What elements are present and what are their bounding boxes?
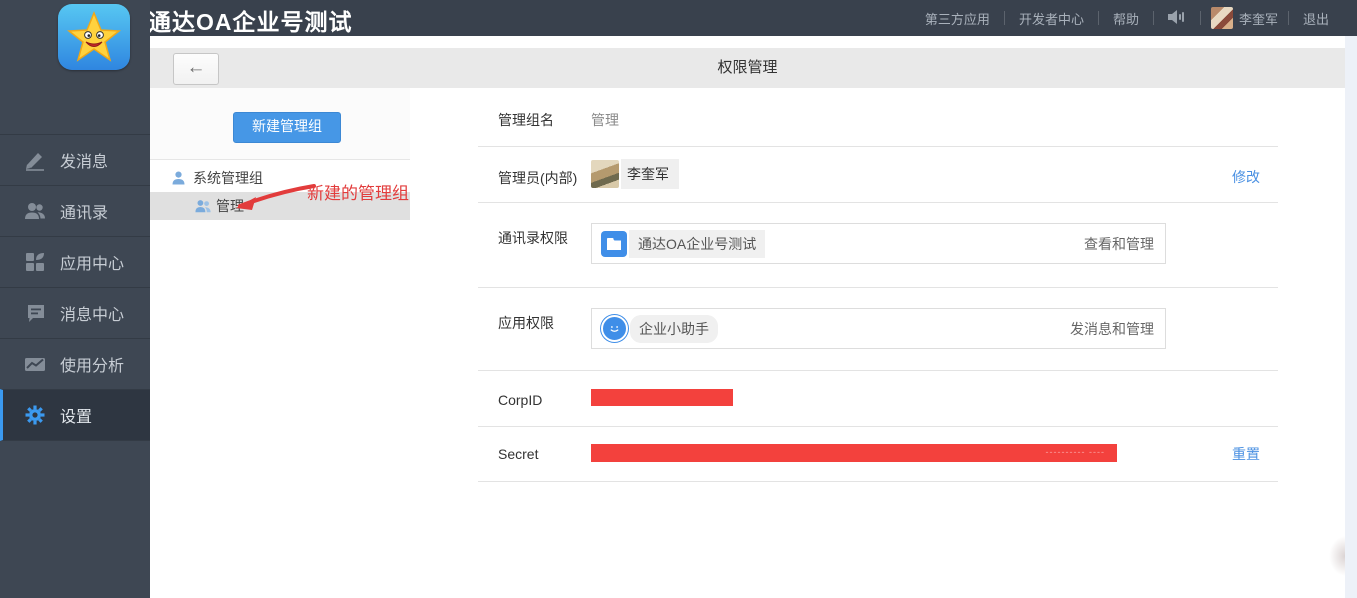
corpid-redacted-value	[591, 389, 733, 406]
sidebar-item-label: 通讯录	[60, 199, 108, 223]
apps-icon	[24, 251, 46, 273]
app-permission-mode: 发消息和管理	[1070, 319, 1154, 339]
analytics-icon	[24, 353, 46, 375]
field-label: CorpID	[498, 392, 542, 408]
page-title: 权限管理	[150, 48, 1345, 88]
sidebar-item-label: 使用分析	[60, 352, 124, 376]
sidebar: 发消息 通讯录 应用中心 消息中心	[0, 0, 150, 598]
new-admin-group-button[interactable]: 新建管理组	[233, 112, 341, 143]
admin-name: 李奎军	[621, 159, 679, 189]
field-label: 管理组名	[498, 110, 554, 130]
annotation-arrow	[222, 180, 322, 216]
reset-secret-link[interactable]: 重置	[1232, 444, 1260, 464]
top-nav: 第三方应用 开发者中心 帮助 李奎军 退出	[911, 0, 1343, 36]
app-permission-name: 企业小助手	[630, 315, 718, 343]
edge-widget-partial	[1329, 536, 1345, 576]
contacts-icon	[24, 200, 46, 222]
app-window: 通达OA企业号测试 第三方应用 开发者中心 帮助 李奎军 退出	[0, 0, 1357, 598]
sidebar-item-send-message[interactable]: 发消息	[0, 134, 150, 185]
row-secret: Secret ---------- ---- 重置	[478, 426, 1278, 482]
admin-user-chip: 李奎军	[591, 159, 679, 189]
page-right-margin	[1345, 36, 1357, 598]
admin-group-panel: 新建管理组 系统管理组 管理	[150, 88, 411, 598]
nav-help[interactable]: 帮助	[1099, 9, 1153, 28]
row-admin: 管理员(内部) 李奎军 修改	[478, 146, 1278, 203]
modify-admin-link[interactable]: 修改	[1232, 167, 1260, 187]
star-app-logo	[58, 4, 130, 70]
top-bar: 通达OA企业号测试 第三方应用 开发者中心 帮助 李奎军 退出	[0, 0, 1357, 36]
contacts-permission-mode: 查看和管理	[1084, 234, 1154, 254]
nav-developer-center[interactable]: 开发者中心	[1005, 9, 1098, 28]
row-corpid: CorpID	[478, 370, 1278, 427]
secret-redacted-value: ---------- ----	[591, 444, 1117, 462]
folder-icon	[601, 231, 627, 257]
field-label: 管理员(内部)	[498, 168, 577, 188]
two-users-icon	[195, 199, 210, 213]
page-header: 权限管理 ←	[150, 48, 1345, 89]
sidebar-item-message-center[interactable]: 消息中心	[0, 287, 150, 338]
app-title: 通达OA企业号测试	[148, 3, 353, 37]
assistant-smile-icon	[601, 315, 628, 342]
app-permission-item: 企业小助手	[601, 315, 718, 343]
sidebar-item-label: 应用中心	[60, 250, 124, 274]
back-button[interactable]: ←	[173, 53, 219, 85]
speaker-icon[interactable]	[1154, 10, 1200, 27]
contacts-permission-name: 通达OA企业号测试	[629, 230, 765, 258]
nav-divider	[1200, 11, 1201, 25]
secret-faint-text: ---------- ----	[1046, 447, 1105, 457]
field-label: Secret	[498, 446, 538, 462]
sidebar-item-label: 发消息	[60, 148, 108, 172]
user-name[interactable]: 李奎军	[1233, 9, 1288, 28]
row-app-permission: 应用权限 企业小助手 发消息和管理	[478, 287, 1278, 371]
logout-link[interactable]: 退出	[1289, 9, 1343, 28]
contacts-permission-item: 通达OA企业号测试	[601, 230, 765, 258]
row-group-name: 管理组名 管理	[478, 88, 1278, 147]
sidebar-item-contacts[interactable]: 通讯录	[0, 185, 150, 236]
sidebar-item-label: 设置	[60, 403, 92, 427]
row-contacts-permission: 通讯录权限 通达OA企业号测试 查看和管理	[478, 202, 1278, 288]
pencil-icon	[24, 149, 46, 171]
sidebar-item-app-center[interactable]: 应用中心	[0, 236, 150, 287]
user-avatar[interactable]	[1211, 7, 1233, 29]
sidebar-menu: 发消息 通讯录 应用中心 消息中心	[0, 134, 150, 441]
sidebar-item-settings[interactable]: 设置	[0, 389, 150, 441]
admin-avatar	[591, 160, 619, 188]
back-arrow-icon: ←	[187, 57, 206, 78]
single-user-icon	[172, 171, 187, 185]
sidebar-item-usage-analytics[interactable]: 使用分析	[0, 338, 150, 389]
permission-detail-form: 管理组名 管理 管理员(内部) 李奎军 修改 通讯录权限 通达OA企业号测试 查…	[410, 88, 1345, 598]
field-label: 应用权限	[498, 313, 554, 333]
nav-third-party-apps[interactable]: 第三方应用	[911, 9, 1004, 28]
field-label: 通讯录权限	[498, 228, 568, 248]
app-permission-box: 企业小助手 发消息和管理	[591, 308, 1166, 349]
contacts-permission-box: 通达OA企业号测试 查看和管理	[591, 223, 1166, 264]
sidebar-item-label: 消息中心	[60, 301, 124, 325]
message-icon	[24, 302, 46, 324]
gear-icon	[24, 404, 46, 426]
group-name-value: 管理	[591, 110, 619, 130]
annotation-new-group-label: 新建的管理组	[307, 179, 409, 204]
